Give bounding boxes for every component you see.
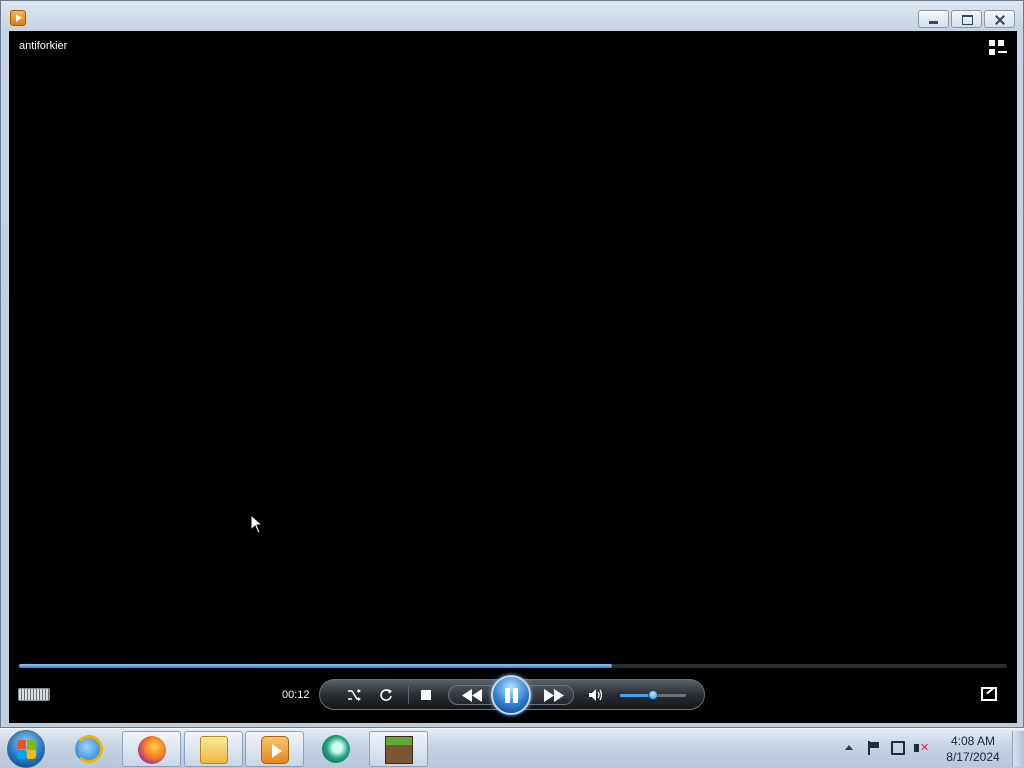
- clock-time: 4:08 AM: [950, 734, 996, 748]
- switch-to-library-icon[interactable]: [989, 40, 1007, 55]
- elapsed-time: 00:12: [282, 689, 310, 701]
- taskbar: 4:08 AM 8/17/2024: [0, 728, 1024, 768]
- clock[interactable]: 4:08 AM 8/17/2024: [939, 733, 1007, 765]
- firefox-icon: [138, 736, 166, 764]
- taskbar-item-media-player[interactable]: [245, 731, 304, 767]
- taskbar-item-minecraft[interactable]: [369, 731, 428, 767]
- volume-muted-icon[interactable]: [914, 741, 929, 755]
- title-bar[interactable]: [1, 1, 1023, 31]
- media-player-window: antiforkier 00:12: [0, 0, 1024, 728]
- show-desktop-button[interactable]: [1012, 731, 1024, 767]
- playback-controls: [319, 675, 705, 715]
- divider: [408, 686, 409, 704]
- seek-bar[interactable]: [19, 664, 1007, 668]
- volume-icon[interactable]: [588, 687, 604, 703]
- taskbar-item-file-explorer[interactable]: [184, 731, 243, 767]
- folder-icon: [200, 736, 228, 764]
- media-player-icon[interactable]: [10, 10, 26, 26]
- app-icon: [322, 735, 350, 763]
- start-button[interactable]: [7, 730, 45, 768]
- clock-date: 8/17/2024: [946, 750, 1000, 764]
- action-center-flag-icon[interactable]: [867, 741, 881, 755]
- taskbar-item-internet-explorer[interactable]: [60, 731, 119, 767]
- show-hidden-icons-icon[interactable]: [845, 745, 853, 750]
- media-player-icon: [261, 736, 289, 764]
- repeat-button[interactable]: [378, 687, 394, 703]
- resize-grip-icon[interactable]: [18, 688, 50, 701]
- network-icon[interactable]: [891, 741, 905, 755]
- window-controls: [918, 10, 1015, 28]
- mouse-cursor-icon: [250, 513, 264, 538]
- stop-button[interactable]: [418, 687, 434, 703]
- seek-progress: [19, 664, 612, 668]
- volume-slider[interactable]: [620, 690, 686, 700]
- media-title: antiforkier: [19, 40, 68, 52]
- pause-button[interactable]: [491, 675, 531, 715]
- video-area[interactable]: antiforkier 00:12: [9, 31, 1017, 723]
- taskbar-item-firefox[interactable]: [122, 731, 181, 767]
- close-button[interactable]: [984, 10, 1015, 28]
- minimize-button[interactable]: [918, 10, 949, 28]
- volume-thumb[interactable]: [648, 690, 658, 700]
- shuffle-button[interactable]: [346, 687, 362, 703]
- internet-explorer-icon: [75, 735, 103, 763]
- taskbar-item-app[interactable]: [307, 731, 366, 767]
- minecraft-icon: [385, 736, 413, 764]
- restore-button[interactable]: [951, 10, 982, 28]
- fullscreen-icon[interactable]: [981, 687, 997, 701]
